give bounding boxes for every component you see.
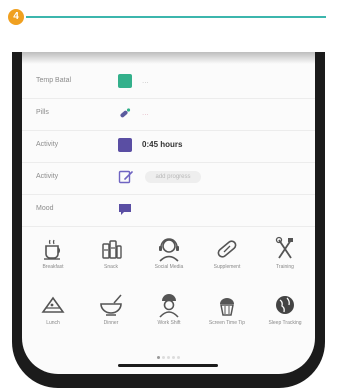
speech-bubble-icon xyxy=(118,202,133,222)
category-dinner[interactable]: Dinner xyxy=(83,288,139,344)
page-dot[interactable] xyxy=(172,356,175,359)
log-row-pills[interactable]: Pills ... xyxy=(22,98,315,131)
headset-person-icon xyxy=(159,238,179,262)
pagination-dots[interactable] xyxy=(22,346,315,364)
category-training[interactable]: Training xyxy=(257,232,313,288)
log-row-label: Pills xyxy=(36,109,49,116)
cupcake-icon xyxy=(220,298,234,316)
category-breakfast[interactable]: Breakfast xyxy=(25,232,81,288)
phone-screen: Temp Batal ... Pills ... Activity 0:45 h… xyxy=(22,52,315,374)
add-progress-field[interactable]: add progress xyxy=(145,171,201,183)
juice-bottles-icon xyxy=(102,240,122,259)
category-screen-time-tip[interactable]: Screen Time Tip xyxy=(199,288,255,344)
screen-top-shade xyxy=(22,52,315,64)
page-dot[interactable] xyxy=(177,356,180,359)
color-square-icon xyxy=(118,74,132,88)
page-dot-active[interactable] xyxy=(157,356,160,359)
step-number-badge: 4 xyxy=(8,9,24,25)
category-label: Work Shift xyxy=(157,320,181,326)
page-dot[interactable] xyxy=(162,356,165,359)
log-row-label: Temp Batal xyxy=(36,77,72,84)
home-indicator[interactable] xyxy=(118,364,218,367)
log-row-value: ... xyxy=(142,108,149,117)
category-label: Lunch xyxy=(46,320,60,326)
log-row-label: Activity xyxy=(36,141,59,148)
category-label: Social Media xyxy=(154,264,184,270)
color-square-icon xyxy=(118,138,132,152)
category-label: Supplement xyxy=(213,264,241,270)
log-row-value: ... xyxy=(142,76,149,85)
worker-person-icon xyxy=(159,294,179,318)
log-row-mood[interactable]: Mood xyxy=(22,194,315,227)
category-supplement[interactable]: Supplement xyxy=(199,232,255,288)
category-social-media[interactable]: Social Media xyxy=(141,232,197,288)
category-label: Training xyxy=(276,264,294,270)
log-row-temp-batal[interactable]: Temp Batal ... xyxy=(22,66,315,99)
capsule-pill-icon xyxy=(217,240,237,258)
edit-note-icon xyxy=(118,169,134,190)
log-row-label: Mood xyxy=(36,205,54,212)
category-label: Snack xyxy=(104,264,118,270)
bowl-icon xyxy=(100,294,122,316)
log-row-activity-duration[interactable]: Activity 0:45 hours xyxy=(22,130,315,163)
category-sleep-tracking[interactable]: Sleep Tracking xyxy=(257,288,313,344)
log-row-value: 0:45 hours xyxy=(142,140,183,149)
category-label: Sleep Tracking xyxy=(268,320,302,326)
category-label: Screen Time Tip xyxy=(208,320,246,326)
tools-icon xyxy=(275,236,293,259)
sandwich-icon xyxy=(41,296,65,313)
pill-dropper-icon xyxy=(118,106,132,125)
phone-frame: Temp Batal ... Pills ... Activity 0:45 h… xyxy=(12,52,325,388)
coffee-cup-icon xyxy=(44,239,60,260)
log-row-activity-progress[interactable]: Activity add progress xyxy=(22,162,315,195)
globe-icon xyxy=(276,296,294,314)
category-label: Dinner xyxy=(103,320,119,326)
log-row-label: Activity xyxy=(36,173,59,180)
page-dot[interactable] xyxy=(167,356,170,359)
category-work-shift[interactable]: Work Shift xyxy=(141,288,197,344)
step-divider-line xyxy=(26,16,326,18)
category-snack[interactable]: Snack xyxy=(83,232,139,288)
category-lunch[interactable]: Lunch xyxy=(25,288,81,344)
category-label: Breakfast xyxy=(42,264,64,270)
